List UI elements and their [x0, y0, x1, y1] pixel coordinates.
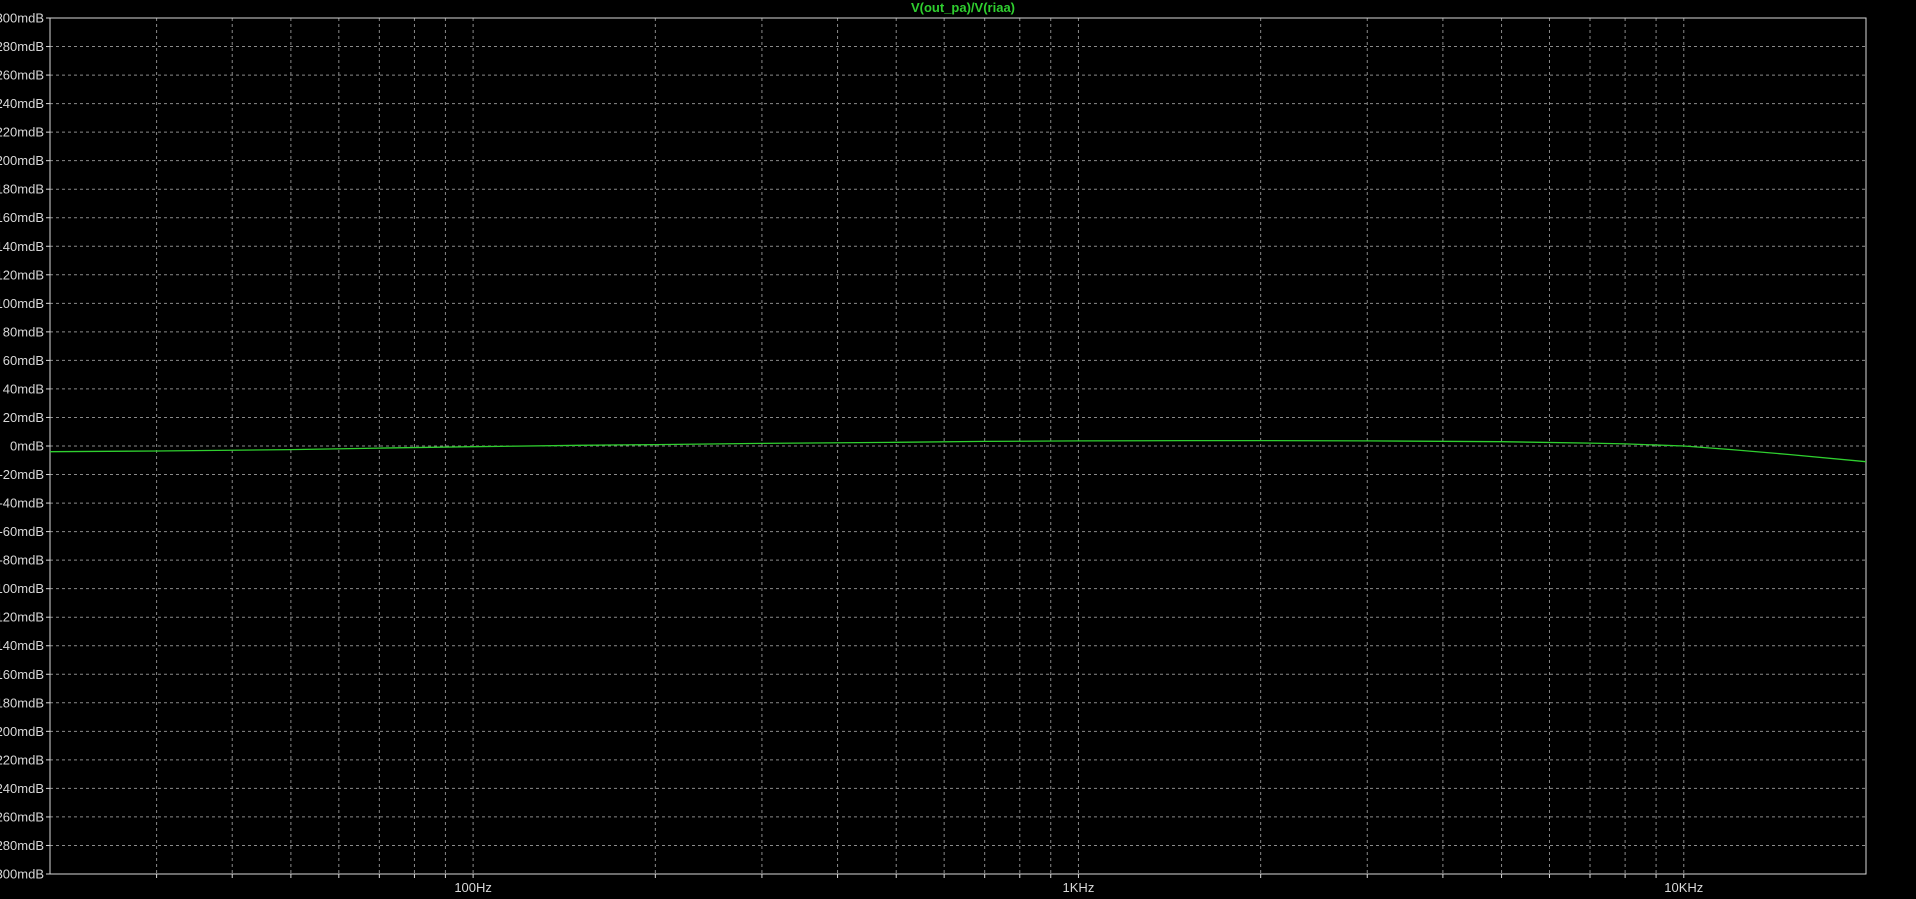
y-tick-label: 160mdB: [0, 210, 44, 225]
y-tick-label: -80mdB: [0, 553, 44, 568]
x-tick-label: 1KHz: [1063, 880, 1095, 895]
y-tick-label: -100mdB: [0, 581, 44, 596]
y-tick-label: 60mdB: [3, 353, 44, 368]
y-tick-label: -180mdB: [0, 695, 44, 710]
y-tick-label: -200mdB: [0, 724, 44, 739]
y-tick-label: -120mdB: [0, 610, 44, 625]
y-tick-label: 200mdB: [0, 153, 44, 168]
y-tick-label: -240mdB: [0, 781, 44, 796]
y-tick-label: 0mdB: [10, 439, 44, 454]
y-tick-label: -260mdB: [0, 809, 44, 824]
y-tick-label: 220mdB: [0, 125, 44, 140]
y-tick-label: 280mdB: [0, 39, 44, 54]
y-tick-label: 40mdB: [3, 381, 44, 396]
y-tick-label: 180mdB: [0, 182, 44, 197]
y-tick-label: -280mdB: [0, 838, 44, 853]
x-tick-label: 100Hz: [454, 880, 492, 895]
y-tick-label: -40mdB: [0, 496, 44, 511]
y-tick-label: -20mdB: [0, 467, 44, 482]
y-tick-label: -140mdB: [0, 638, 44, 653]
y-tick-label: 300mdB: [0, 11, 44, 26]
y-tick-label: 140mdB: [0, 239, 44, 254]
y-tick-label: 100mdB: [0, 296, 44, 311]
x-tick-label: 10KHz: [1664, 880, 1703, 895]
chart-title[interactable]: V(out_pa)/V(riaa): [911, 0, 1015, 15]
bode-plot: 300mdB 280mdB 260mdB 240mdB 220mdB 200mdB 180m…: [0, 0, 1916, 899]
y-tick-label: -220mdB: [0, 752, 44, 767]
y-tick-label: -60mdB: [0, 524, 44, 539]
y-tick-label: -300mdB: [0, 867, 44, 882]
y-tick-label: 20mdB: [3, 410, 44, 425]
y-tick-label: 260mdB: [0, 68, 44, 83]
y-tick-label: -160mdB: [0, 667, 44, 682]
y-tick-label: 80mdB: [3, 324, 44, 339]
y-tick-label: 120mdB: [0, 267, 44, 282]
y-tick-label: 240mdB: [0, 96, 44, 111]
